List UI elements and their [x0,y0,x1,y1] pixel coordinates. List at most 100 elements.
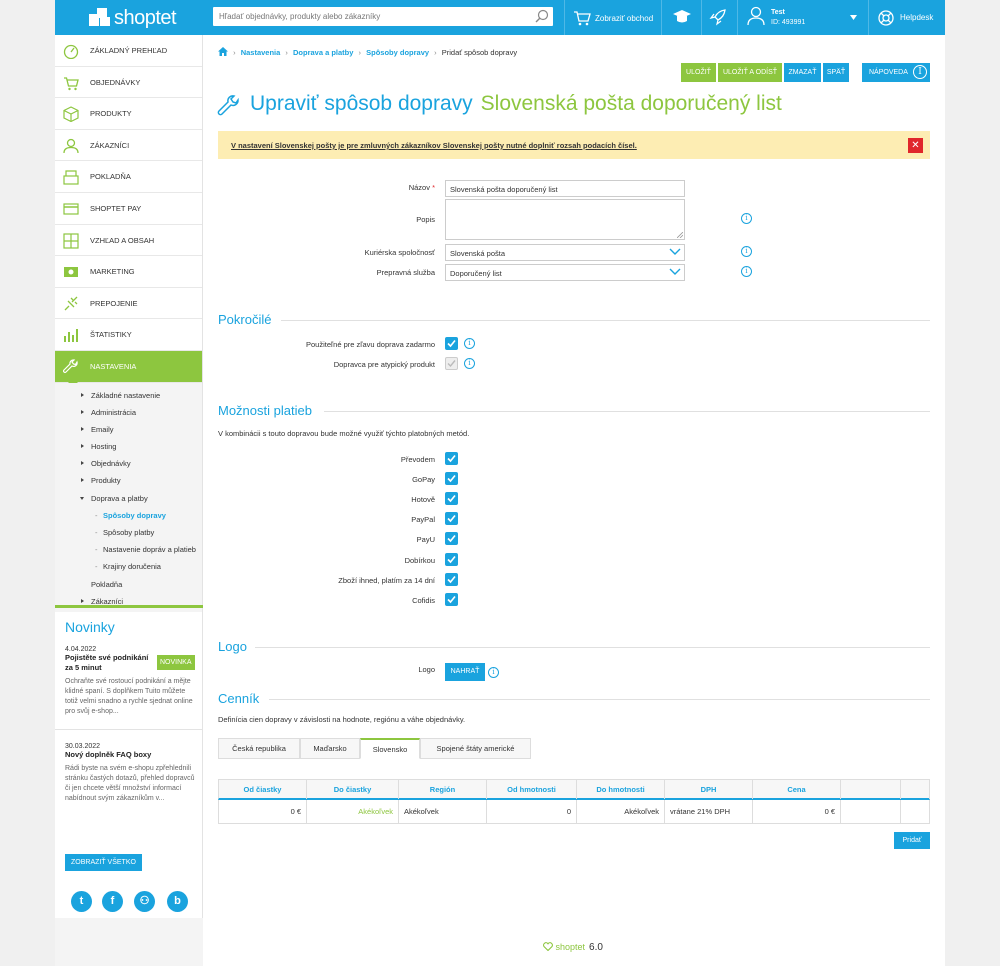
helpdesk-label: Helpdesk [900,13,934,22]
subnav-item[interactable]: Produkty [55,472,202,489]
tab-slovakia[interactable]: Slovensko [360,738,420,759]
subnav-item[interactable]: - Spôsoby platby [55,524,202,541]
column-header[interactable]: Región [399,780,487,799]
payment-method-checkbox[interactable] [445,592,458,606]
table-cell[interactable]: Akékoľvek [399,800,487,823]
sidebar-item-box[interactable]: Produkty [55,98,202,130]
subnav-item[interactable]: Administrácia [55,404,202,421]
blog-icon[interactable]: b [167,891,188,912]
money-icon [64,267,78,278]
table-cell[interactable]: Akékoľvek [577,800,665,823]
table-cell[interactable]: Akékoľvek [307,800,399,823]
subnav-item[interactable]: Základné nastavenie [55,387,202,404]
payment-method-checkbox[interactable] [445,572,458,586]
column-header[interactable]: Od čiastky [219,780,307,799]
payment-method-checkbox[interactable] [445,452,458,465]
close-icon[interactable]: ✕ [908,138,923,153]
search-box[interactable]: Hľadať objednávky, produkty alebo zákazn… [213,7,553,26]
graduation-cap-icon[interactable] [672,8,692,26]
info-icon[interactable]: i [464,338,475,349]
column-header[interactable]: Do hmotnosti [577,780,665,799]
free-shipping-checkbox[interactable] [445,337,458,350]
section-divider [324,411,930,412]
sidebar-item-user[interactable]: Zákazníci [55,130,202,162]
sidebar-item-dashboard[interactable]: Základný prehľad [55,35,202,67]
service-select[interactable]: Doporučený list [445,264,685,281]
news-title[interactable]: Pojistěte své podnikání za 5 minut [65,653,157,673]
sidebar-item-card[interactable]: Shoptet Pay [55,193,202,225]
tab-hungary[interactable]: Maďarsko [300,738,360,759]
info-icon[interactable]: i [741,213,752,224]
payment-method-checkbox[interactable] [445,512,458,526]
alert-text[interactable]: V nastavení Slovenskej pošty je pre zmlu… [231,141,637,150]
resize-handle-icon[interactable] [677,232,683,238]
sidebar-item-wrench[interactable]: Nastavenia [55,350,202,387]
shoptet-logo[interactable]: shoptet [89,6,179,30]
home-icon[interactable] [218,47,228,56]
helpdesk-button[interactable]: Helpdesk [878,10,933,28]
subnav-item[interactable]: - Nastavenie dopráv a platieb [55,541,202,558]
search-icon[interactable] [535,9,549,23]
sidebar-item-layout[interactable]: Vzhľad a obsah [55,225,202,257]
help-button[interactable]: Nápoveda i [862,63,930,82]
subnav-item-expanded[interactable]: Doprava a platby [55,490,202,507]
subnav-item[interactable]: Pokladňa [55,576,202,593]
breadcrumb-link[interactable]: Spôsoby dopravy [366,48,429,57]
payment-method-checkbox[interactable] [445,472,458,486]
payment-method-checkbox[interactable] [445,492,458,506]
delete-button[interactable]: Zmazať [784,63,821,82]
footer-brand-text: shoptet [555,942,586,952]
news-title[interactable]: Nový doplněk FAQ boxy [65,750,195,760]
subnav-item-current[interactable]: - Spôsoby dopravy [55,507,202,524]
courier-select[interactable]: Slovenská pošta [445,244,685,261]
news-item[interactable]: 4.04.2022 Pojistěte své podnikání za 5 m… [65,646,203,717]
subnav-item[interactable]: Objednávky [55,455,202,472]
back-button[interactable]: Späť [823,63,849,82]
breadcrumb-link[interactable]: Doprava a platby [293,48,353,57]
subnav-item[interactable]: Hosting [55,438,202,455]
column-header[interactable]: Cena [753,780,841,799]
sidebar-item-plug[interactable]: Prepojenie [55,288,202,320]
info-icon[interactable]: i [741,246,752,257]
info-icon[interactable]: i [741,266,752,277]
facebook-icon[interactable]: f [102,891,123,912]
add-price-button[interactable]: Pridať [894,832,930,849]
table-cell[interactable]: 0 [487,800,577,823]
subnav-item[interactable]: Emaily [55,421,202,438]
top-bar: shoptet Hľadať objednávky, produkty aleb… [55,0,945,35]
table-cell[interactable]: vrátane 21% DPH [665,800,753,823]
rocket-icon[interactable] [709,8,727,26]
table-cell[interactable]: 0 € [753,800,841,823]
info-icon[interactable]: i [464,358,475,369]
show-all-button[interactable]: Zobraziť všetko [65,854,142,871]
sidebar-item-cart[interactable]: Objednávky [55,67,202,99]
table-row[interactable]: 0 € Akékoľvek Akékoľvek 0 Akékoľvek vrátane 2… [218,800,930,824]
user-menu[interactable]: Test ID: 493991 [747,6,862,28]
name-input[interactable]: Slovenská pošta doporučený list [445,180,685,197]
tab-united-states[interactable]: Spojené štáty americké [420,738,531,759]
twitter-icon[interactable]: t [71,891,92,912]
save-exit-button[interactable]: Uložiť a odísť [718,63,782,82]
sidebar-item-money[interactable]: Marketing [55,256,202,288]
payment-method-checkbox[interactable] [445,552,458,566]
bullet-icon [81,444,84,449]
sidebar-item-chart[interactable]: Štatistiky [55,319,202,351]
community-icon[interactable]: ⚇ [134,891,155,912]
table-cell[interactable]: 0 € [219,800,307,823]
news-item[interactable]: 30.03.2022 Nový doplněk FAQ boxy Rádi by… [65,743,203,804]
view-shop-button[interactable]: Zobraziť obchod [573,10,653,26]
subnav-item[interactable]: - Krajiny doručenia [55,558,202,575]
info-icon[interactable]: i [488,667,499,678]
description-textarea[interactable] [445,199,685,240]
payment-method-checkbox[interactable] [445,532,458,546]
column-header[interactable]: DPH [665,780,753,799]
sidebar-item-register[interactable]: Pokladňa [55,161,202,193]
breadcrumb-link[interactable]: Nastavenia [241,48,281,57]
save-button[interactable]: Uložiť [681,63,716,82]
column-header[interactable]: Do čiastky [307,780,399,799]
section-divider [255,647,930,648]
column-header[interactable]: Od hmotnosti [487,780,577,799]
tab-czech-republic[interactable]: Česká republika [218,738,300,759]
search-input[interactable]: Hľadať objednávky, produkty alebo zákazn… [219,12,380,21]
upload-logo-button[interactable]: Nahrať [445,663,485,681]
